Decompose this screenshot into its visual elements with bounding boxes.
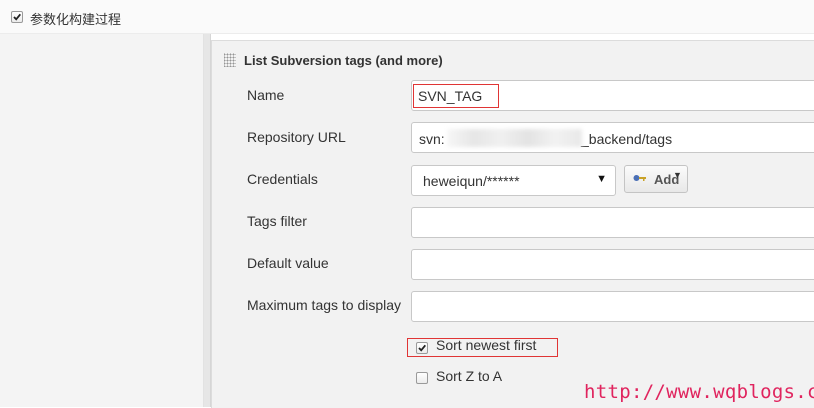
add-credentials-button[interactable]: Add ▼: [624, 165, 688, 193]
drag-handle-icon[interactable]: [224, 53, 236, 67]
sort-newest-checkbox[interactable]: [416, 342, 428, 354]
section-gutter: [204, 34, 211, 407]
credentials-selected: heweiqun/******: [423, 173, 520, 189]
sort-z-to-a-label: Sort Z to A: [436, 368, 503, 384]
name-value: SVN_TAG: [413, 84, 499, 108]
parameterized-build-label: 参数化构建过程: [30, 13, 122, 28]
repository-url-prefix: svn:: [419, 131, 445, 147]
left-panel: [0, 34, 204, 407]
redacted-url-segment: [447, 129, 582, 147]
repository-url-suffix: _backend/tags: [581, 131, 673, 147]
sort-newest-label: Sort newest first: [436, 337, 537, 353]
max-tags-label: Maximum tags to display: [247, 297, 402, 313]
tags-filter-input[interactable]: [411, 207, 814, 238]
sort-z-to-a-checkbox[interactable]: [416, 372, 428, 384]
default-value-input[interactable]: [411, 249, 814, 280]
watermark-url: http://www.wqblogs.com: [584, 381, 814, 403]
name-label: Name: [247, 87, 285, 103]
parameterized-build-checkbox[interactable]: [11, 11, 23, 23]
section-title: List Subversion tags (and more): [244, 53, 443, 68]
dropdown-arrow-icon: ▼: [596, 173, 607, 185]
credentials-select[interactable]: heweiqun/****** ▼: [411, 165, 616, 196]
tags-filter-label: Tags filter: [247, 213, 307, 229]
key-icon: [633, 175, 646, 181]
add-caret-icon: ▼: [673, 170, 682, 180]
default-value-label: Default value: [247, 255, 329, 271]
credentials-label: Credentials: [247, 171, 318, 187]
repository-url-label: Repository URL: [247, 129, 346, 145]
parameterized-build-row: 参数化构建过程: [0, 0, 814, 34]
max-tags-input[interactable]: [411, 291, 814, 322]
